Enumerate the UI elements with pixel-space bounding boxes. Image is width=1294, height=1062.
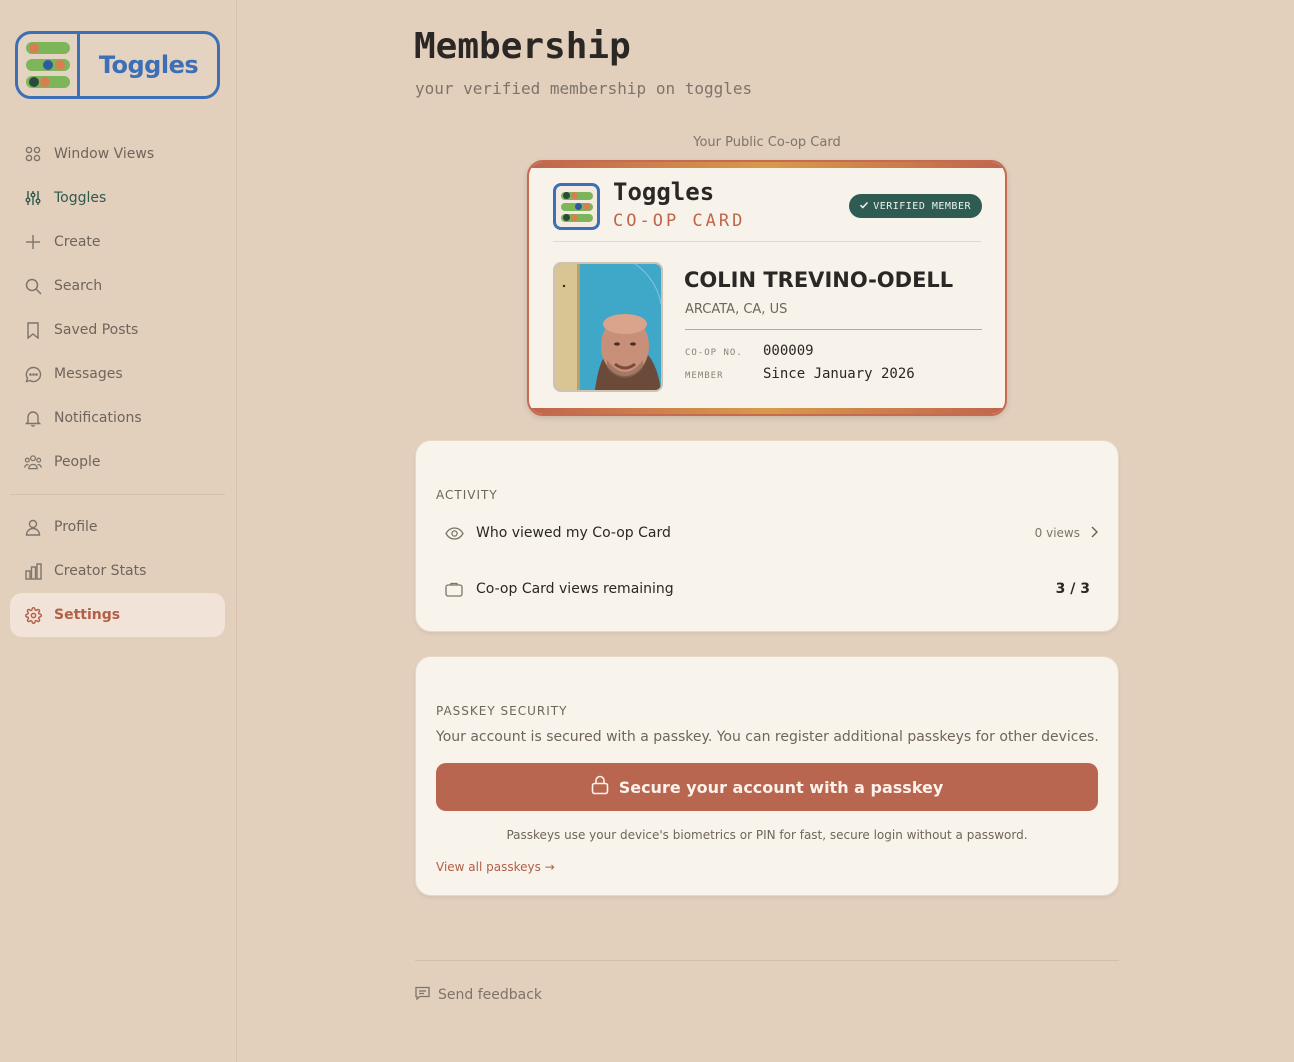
toggles-logo-mark-icon [18,34,80,96]
sidebar-item-label: Toggles [54,190,107,206]
sidebar-nav: Window Views Toggles Create Search Saved… [10,132,225,637]
chat-bubble-icon [24,365,42,383]
sidebar-item-label: Creator Stats [54,563,147,579]
people-icon [24,453,42,471]
coop-number-row: CO-OP NO. 000009 [685,343,814,359]
sidebar-item-label: People [54,454,101,470]
sidebar-item-label: Messages [54,366,123,382]
bar-chart-icon [24,562,42,580]
logo-text: Toggles [98,51,199,79]
secure-passkey-button-label: Secure your account with a passkey [618,777,944,797]
plus-icon [24,233,42,251]
ticket-icon [436,582,472,597]
eye-icon [436,526,472,540]
member-location: ARCATA, CA, US [685,302,788,317]
user-icon [24,518,42,536]
verified-member-badge: VERIFIED MEMBER [849,194,982,218]
checkmark-icon [859,200,869,213]
views-remaining-label: Co-op Card views remaining [476,581,674,597]
coop-number-value: 000009 [763,343,814,359]
sidebar-item-label: Window Views [54,146,155,162]
send-feedback-link[interactable]: Send feedback [415,986,542,1004]
chevron-right-icon [1090,525,1099,541]
activity-panel: ACTIVITY Who viewed my Co-op Card 0 view… [415,440,1119,632]
sidebar-item-create[interactable]: Create [10,220,225,264]
page-title: Membership [414,26,631,67]
coop-card: Toggles CO-OP CARD VERIFIED MEMBER COLIN… [527,160,1007,416]
sliders-icon [24,189,42,207]
card-brand: Toggles [613,178,715,206]
sidebar-item-saved-posts[interactable]: Saved Posts [10,308,225,352]
sidebar-item-creator-stats[interactable]: Creator Stats [10,549,225,593]
who-viewed-label: Who viewed my Co-op Card [476,525,671,541]
coop-number-label: CO-OP NO. [685,348,743,358]
sidebar-item-profile[interactable]: Profile [10,505,225,549]
feedback-chat-icon [415,986,430,1004]
send-feedback-label: Send feedback [438,987,543,1003]
sidebar-item-toggles[interactable]: Toggles [10,176,225,220]
view-all-passkeys-link[interactable]: View all passkeys → [436,860,555,874]
sidebar-item-label: Create [54,234,101,250]
toggles-logo-mark-icon [553,183,600,230]
card-bottom-band [529,408,1005,414]
who-viewed-row[interactable]: Who viewed my Co-op Card 0 views [436,513,1099,553]
sidebar-item-label: Search [54,278,103,294]
sidebar-item-label: Profile [54,519,98,535]
card-info-divider [685,329,982,330]
views-count-text: 0 views [1034,526,1080,540]
verified-badge-label: VERIFIED MEMBER [873,200,971,212]
search-icon [24,277,42,295]
views-remaining-row: Co-op Card views remaining 3 / 3 [436,569,1098,609]
passkey-heading: PASSKEY SECURITY [436,704,568,718]
gear-icon [24,606,42,624]
sidebar-item-label: Settings [54,607,121,623]
member-since-row: MEMBER Since January 2026 [685,366,915,382]
bell-icon [24,409,42,427]
sidebar-item-messages[interactable]: Messages [10,352,225,396]
sidebar-divider [10,494,225,495]
activity-heading: ACTIVITY [436,488,498,502]
footer-divider [415,960,1119,961]
secure-passkey-button[interactable]: Secure your account with a passkey [436,763,1098,811]
sidebar-item-notifications[interactable]: Notifications [10,396,225,440]
grid-icon [24,145,42,163]
card-top-band [529,162,1005,168]
card-brand-subtitle: CO-OP CARD [613,211,746,231]
member-since-value: Since January 2026 [763,366,915,382]
views-remaining-value: 3 / 3 [1055,581,1090,597]
passkey-note: Passkeys use your device's biometrics or… [506,828,1028,842]
passkey-description: Your account is secured with a passkey. … [436,729,1099,745]
sidebar-item-search[interactable]: Search [10,264,225,308]
sidebar-item-label: Notifications [54,410,142,426]
page-subtitle: your verified membership on toggles [415,79,753,98]
member-name: COLIN TREVINO-ODELL [684,268,954,292]
sidebar-item-window-views[interactable]: Window Views [10,132,225,176]
views-count: 0 views [1034,525,1099,541]
coop-card-caption: Your Public Co-op Card [693,135,841,150]
member-since-label: MEMBER [685,371,724,381]
sidebar: Toggles Window Views Toggles Create Sear… [0,0,237,1062]
bookmark-icon [24,321,42,339]
lock-icon [591,775,609,799]
card-divider [553,241,981,242]
toggles-logo[interactable]: Toggles [15,31,220,99]
member-photo [553,262,663,392]
sidebar-item-people[interactable]: People [10,440,225,484]
sidebar-item-settings[interactable]: Settings [10,593,225,637]
sidebar-item-label: Saved Posts [54,322,139,338]
passkey-panel: PASSKEY SECURITY Your account is secured… [415,656,1119,896]
